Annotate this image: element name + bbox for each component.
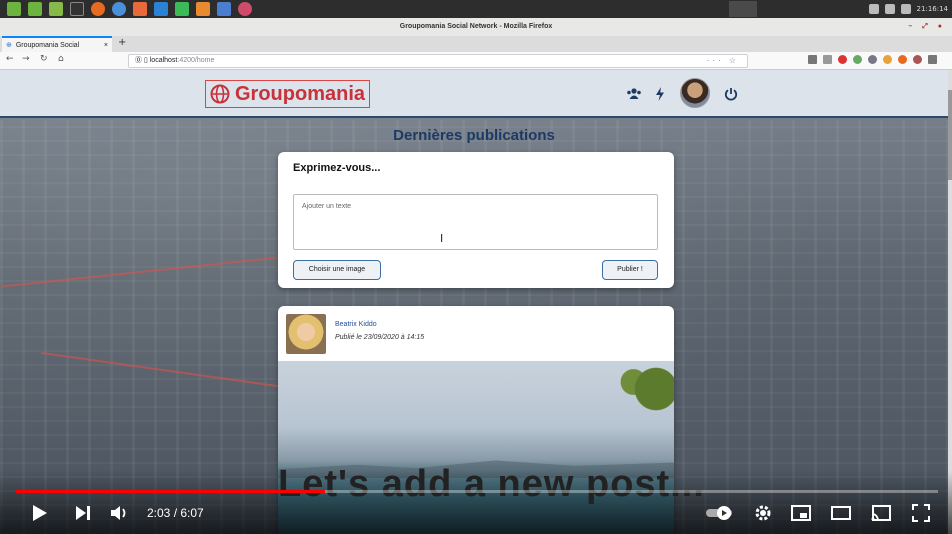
bolt-icon[interactable]: [652, 86, 668, 102]
clock: 21:16:14: [916, 5, 948, 13]
logo-text: Groupomania: [235, 82, 366, 105]
video-time: 2:03 / 6:07: [147, 506, 204, 520]
url-bar[interactable]: ⓪ ▯ localhost:4200/home ··· ☆: [128, 54, 748, 68]
ext-icon[interactable]: [883, 55, 892, 64]
miniplayer-icon[interactable]: [790, 502, 812, 524]
reader-icon[interactable]: [823, 55, 832, 64]
vscode-icon[interactable]: [154, 2, 168, 16]
theater-mode-icon[interactable]: [830, 502, 852, 524]
text-cursor-icon: I: [440, 232, 444, 245]
new-tab-button[interactable]: +: [118, 36, 126, 50]
image-tree: [584, 361, 674, 431]
menu-icon[interactable]: [928, 55, 937, 64]
library-icon[interactable]: [808, 55, 817, 64]
terminal-icon[interactable]: [70, 2, 84, 16]
ext-icon[interactable]: [898, 55, 907, 64]
ext-icon[interactable]: [868, 55, 877, 64]
app-icon[interactable]: [133, 2, 147, 16]
post-author[interactable]: Beatrix Kiddo: [335, 321, 377, 328]
extension-icons: [808, 55, 937, 64]
page-title: Dernières publications: [393, 127, 555, 144]
choose-image-button[interactable]: Choisir une image: [293, 260, 381, 280]
app-orange-icon[interactable]: [196, 2, 210, 16]
ext-icon[interactable]: [913, 55, 922, 64]
avatar[interactable]: [680, 78, 710, 108]
window-controls[interactable]: – ⤢ ●: [908, 18, 946, 36]
battery-icon: [868, 4, 879, 14]
users-icon[interactable]: [626, 86, 642, 102]
ext-icon[interactable]: [853, 55, 862, 64]
fullscreen-icon[interactable]: [910, 502, 932, 524]
volume-icon[interactable]: [108, 502, 130, 524]
browser-tab[interactable]: ⊕ Groupomania Social ×: [2, 36, 112, 52]
autoplay-toggle-icon[interactable]: [704, 502, 734, 524]
power-icon[interactable]: [723, 86, 739, 102]
chrome-icon[interactable]: [112, 2, 126, 16]
window-titlebar: Groupomania Social Network - Mozilla Fir…: [0, 18, 952, 36]
back-icon[interactable]: ←: [6, 54, 14, 64]
url-actions[interactable]: ··· ☆: [707, 55, 739, 67]
network-icon: [884, 4, 895, 14]
video-caption: Let's add a new post...: [278, 463, 705, 505]
globe-icon: [210, 84, 230, 104]
browser-navbar: ← → ↻ ⌂ ⓪ ▯ localhost:4200/home ··· ☆: [0, 52, 952, 70]
post-text-input[interactable]: Ajouter un texte: [293, 194, 658, 250]
window-title: Groupomania Social Network - Mozilla Fir…: [399, 23, 553, 30]
volume-icon: [900, 4, 911, 14]
author-avatar[interactable]: [286, 314, 326, 354]
files-icon[interactable]: [49, 2, 63, 16]
reload-icon[interactable]: ↻: [40, 54, 48, 64]
url-path: :4200/home: [177, 57, 215, 64]
next-icon[interactable]: [72, 502, 94, 524]
menu-icon[interactable]: [7, 2, 21, 16]
settings-icon[interactable]: [752, 502, 774, 524]
taskbar-window-button[interactable]: [729, 1, 757, 17]
firefox-icon[interactable]: [91, 2, 105, 16]
scrollbar-thumb[interactable]: [948, 90, 952, 180]
tab-label: Groupomania Social: [15, 42, 80, 49]
page-icon: ⓪ ▯: [135, 57, 150, 64]
screenshot-icon[interactable]: [217, 2, 231, 16]
tab-strip: ⊕ Groupomania Social × +: [0, 36, 952, 52]
pocket-icon[interactable]: [838, 55, 847, 64]
post-date: Publié le 23/09/2020 à 14:15: [335, 334, 425, 341]
desktop-icon[interactable]: [28, 2, 42, 16]
compose-title: Exprimez-vous...: [293, 162, 381, 174]
globe-icon: ⊕: [6, 42, 12, 49]
app-header: Groupomania: [0, 70, 948, 118]
webcam-icon[interactable]: [238, 2, 252, 16]
app-logo[interactable]: Groupomania: [205, 80, 371, 108]
page-scrollbar[interactable]: [948, 70, 952, 534]
app-green-icon[interactable]: [175, 2, 189, 16]
url-host: localhost: [149, 57, 178, 64]
compose-card: Exprimez-vous... Ajouter un texte I Choi…: [278, 152, 674, 288]
home-icon[interactable]: ⌂: [58, 54, 64, 64]
screen: 21:16:14 Groupomania Social Network - Mo…: [0, 0, 952, 534]
cast-icon[interactable]: [870, 502, 892, 524]
play-icon[interactable]: [28, 502, 50, 524]
progress-fill: [16, 490, 325, 493]
forward-icon[interactable]: →: [22, 54, 30, 64]
video-progress-bar[interactable]: [16, 490, 938, 493]
os-taskbar: 21:16:14: [0, 0, 952, 18]
publish-button[interactable]: Publier !: [602, 260, 658, 280]
system-tray: 21:16:14: [868, 0, 948, 18]
